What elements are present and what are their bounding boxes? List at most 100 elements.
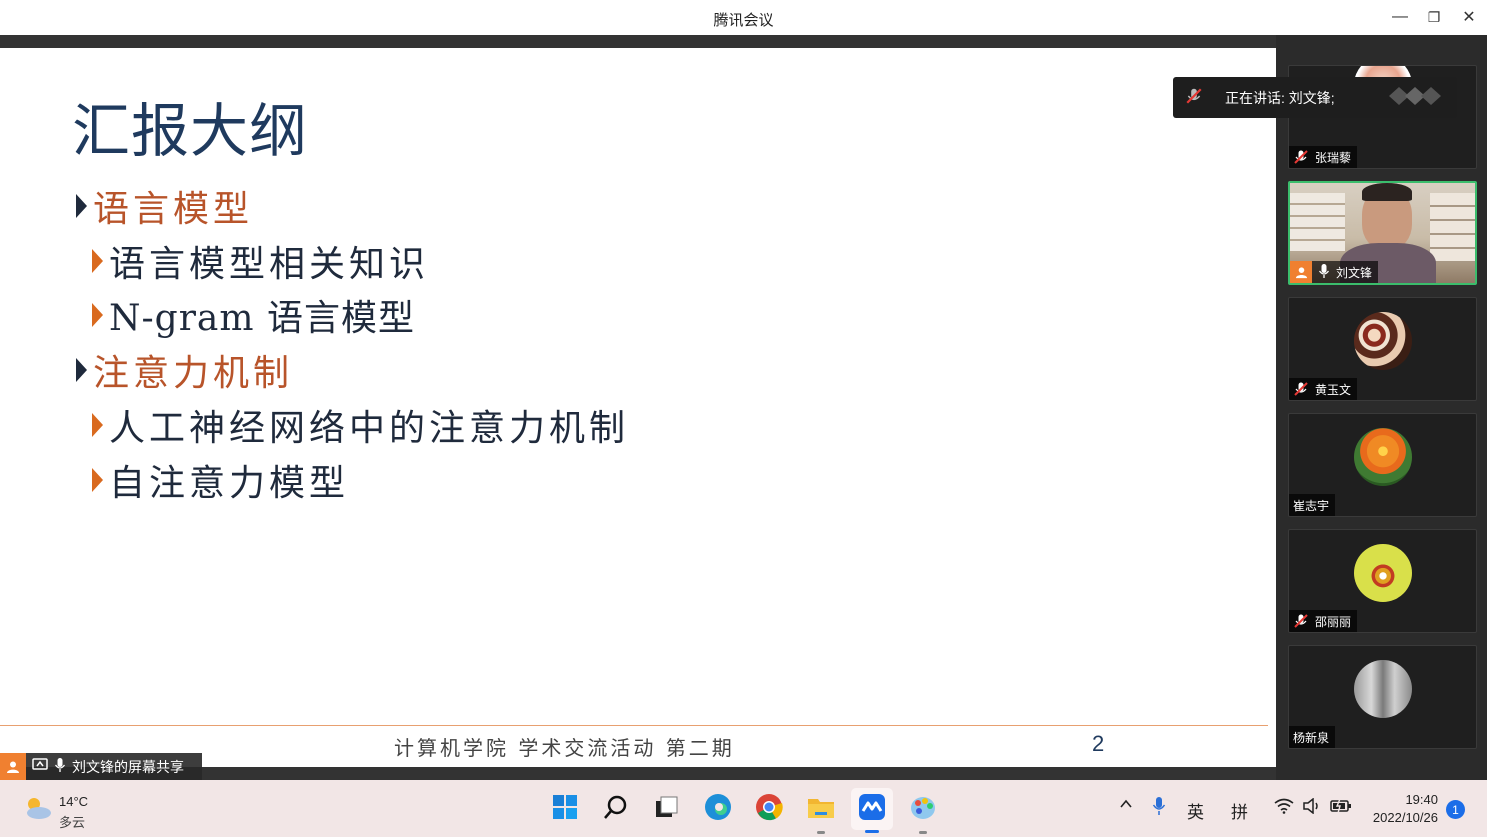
weather-temp: 14°C — [59, 794, 89, 809]
presentation-slide: 汇报大纲 语言模型 语言模型相关知识 N-gram 语言模型 注意力机制 人工神… — [0, 48, 1276, 767]
bullet-item: 注意力机制 — [76, 344, 293, 396]
bullet-text: 注意力机制 — [93, 353, 294, 394]
bullet-item: 人工神经网络中的注意力机制 — [92, 399, 629, 451]
microphone-icon — [1318, 263, 1330, 282]
bullet-text: 语言模型相关知识 — [109, 244, 430, 285]
microphone-tray-button[interactable] — [1152, 796, 1166, 821]
task-view-icon — [653, 794, 679, 825]
speaker-icon — [1302, 797, 1322, 818]
wifi-button[interactable] — [1274, 798, 1294, 819]
footer-divider — [0, 725, 1268, 726]
avatar — [1354, 312, 1412, 370]
bullet-triangle-icon — [76, 194, 87, 218]
volume-button[interactable] — [1302, 797, 1322, 819]
mic-muted-icon — [1293, 149, 1309, 165]
battery-button[interactable] — [1330, 798, 1352, 819]
clock-time: 19:40 — [1405, 792, 1438, 807]
restore-button[interactable]: ❐ — [1421, 6, 1447, 28]
start-button[interactable] — [549, 793, 581, 825]
participant-name: 杨新泉 — [1293, 730, 1330, 745]
participant-tile[interactable]: 黄玉文 — [1288, 297, 1477, 401]
battery-charging-icon — [1330, 798, 1352, 818]
person-icon — [0, 753, 26, 780]
mic-muted-icon — [1293, 613, 1309, 629]
screen-share-icon — [32, 758, 48, 775]
clock-date: 2022/10/26 — [1372, 810, 1438, 825]
avatar — [1354, 428, 1412, 486]
bullet-text: 人工神经网络中的注意力机制 — [109, 408, 630, 449]
avatar — [1354, 660, 1412, 718]
share-badge-label: 刘文锋的屏幕共享 — [72, 758, 184, 775]
screen-share-badge[interactable]: 刘文锋的屏幕共享 — [0, 753, 202, 780]
participant-tile[interactable]: 杨新泉 — [1288, 645, 1477, 749]
bullet-text: N-gram 语言模型 — [109, 298, 415, 339]
paint-button[interactable] — [907, 793, 939, 834]
chevron-up-icon — [1119, 796, 1133, 815]
show-hidden-icons-button[interactable] — [1119, 796, 1133, 816]
slide-footer: 计算机学院 学术交流活动 第二期 — [394, 736, 735, 760]
edge-button[interactable] — [702, 793, 734, 825]
participant-nametag: 刘文锋 — [1290, 261, 1379, 283]
speaking-label: 正在讲话: 刘文锋; — [1225, 89, 1335, 106]
bullet-triangle-icon — [76, 358, 87, 382]
clock-button[interactable]: 19:40 2022/10/26 — [1368, 792, 1438, 825]
search-icon — [603, 794, 629, 825]
window-title: 腾讯会议 — [713, 12, 774, 29]
participant-nametag: 张瑞藜 — [1289, 146, 1358, 168]
participant-tile[interactable]: 崔志宇 — [1288, 413, 1477, 517]
participant-name: 邵丽丽 — [1315, 614, 1352, 629]
participant-name: 张瑞藜 — [1315, 150, 1352, 165]
participant-name: 刘文锋 — [1336, 265, 1373, 280]
participant-nametag: 杨新泉 — [1289, 726, 1336, 748]
host-icon — [1290, 261, 1312, 283]
avatar — [1354, 544, 1412, 602]
bullet-item: 自注意力模型 — [92, 454, 349, 506]
mic-muted-icon — [1185, 87, 1203, 108]
bullet-text: 自注意力模型 — [109, 463, 350, 504]
weather-desc: 多云 — [59, 815, 86, 830]
slide-title: 汇报大纲 — [72, 97, 309, 165]
ime-language-button[interactable]: 英 — [1187, 798, 1204, 823]
wifi-icon — [1274, 798, 1294, 818]
window-titlebar: 腾讯会议 — ❐ ✕ — [0, 0, 1487, 35]
bullet-item: N-gram 语言模型 — [92, 289, 415, 341]
participant-nametag: 邵丽丽 — [1289, 610, 1358, 632]
tencent-meeting-button[interactable] — [851, 788, 893, 833]
participant-name: 崔志宇 — [1293, 498, 1330, 513]
bullet-text: 语言模型 — [93, 189, 254, 230]
participant-nametag: 黄玉文 — [1289, 378, 1358, 400]
notification-badge[interactable]: 1 — [1446, 800, 1465, 819]
file-explorer-button[interactable] — [805, 793, 837, 834]
chrome-button[interactable] — [753, 793, 785, 825]
slide-page-number: 2 — [1092, 731, 1105, 756]
task-view-button[interactable] — [650, 793, 682, 825]
bullet-triangle-icon — [92, 468, 103, 492]
shared-screen-area: 汇报大纲 语言模型 语言模型相关知识 N-gram 语言模型 注意力机制 人工神… — [0, 35, 1276, 780]
participant-tile-active[interactable]: 刘文锋 — [1288, 181, 1477, 285]
tencent-meeting-icon — [858, 793, 886, 826]
close-button[interactable]: ✕ — [1456, 6, 1482, 28]
bullet-triangle-icon — [92, 303, 103, 327]
bullet-item: 语言模型相关知识 — [92, 235, 429, 287]
participant-name: 黄玉文 — [1315, 382, 1352, 397]
microphone-icon — [1152, 797, 1166, 820]
audio-wave-icon — [1387, 85, 1443, 110]
edge-icon — [704, 793, 732, 826]
bullet-triangle-icon — [92, 249, 103, 273]
search-button[interactable] — [600, 793, 632, 825]
mic-muted-icon — [1293, 381, 1309, 397]
windows-taskbar: 14°C 多云 英 拼 19:40 2022/10/26 1 — [0, 780, 1487, 837]
cloudy-sun-icon — [22, 794, 52, 827]
speaking-indicator: 正在讲话: 刘文锋; — [1173, 77, 1457, 118]
microphone-icon — [54, 757, 66, 776]
ime-mode-button[interactable]: 拼 — [1231, 798, 1248, 823]
chrome-icon — [755, 793, 783, 826]
bullet-triangle-icon — [92, 413, 103, 437]
paint-palette-icon — [909, 793, 937, 826]
windows-logo-icon — [552, 794, 578, 825]
folder-icon — [807, 794, 835, 825]
participant-nametag: 崔志宇 — [1289, 494, 1336, 516]
minimize-button[interactable]: — — [1387, 6, 1413, 28]
bullet-item: 语言模型 — [76, 180, 253, 232]
participant-tile[interactable]: 邵丽丽 — [1288, 529, 1477, 633]
